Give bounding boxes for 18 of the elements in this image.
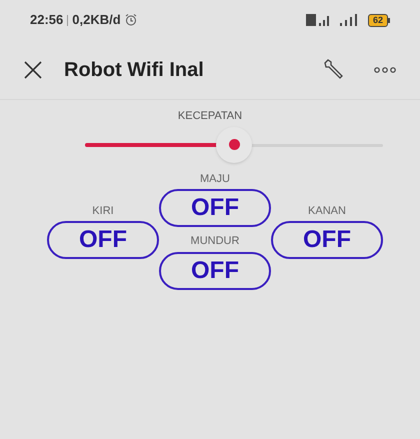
switch-label: MUNDUR [190,234,240,249]
data-rate: 0,2KB/d [72,11,121,30]
toggle-button[interactable]: OFF [159,189,271,227]
toggle-button[interactable]: OFF [159,252,271,290]
toggle-button[interactable]: OFF [271,221,383,259]
battery-icon: 62 [368,14,390,26]
switch-label: MAJU [200,172,230,186]
alarm-icon [124,14,137,26]
switch-label: KIRI [92,204,114,218]
app-title: Robot Wifi Inal [64,58,204,82]
slider-label: KECEPATAN [178,109,242,124]
speed-slider[interactable] [85,124,383,164]
switch-label: KANAN [308,204,346,218]
close-icon[interactable] [24,60,42,78]
signal-icon [306,14,332,26]
status-time: 22:56 [30,11,64,30]
toggle-button[interactable]: OFF [47,221,159,259]
more-icon[interactable] [374,66,396,72]
